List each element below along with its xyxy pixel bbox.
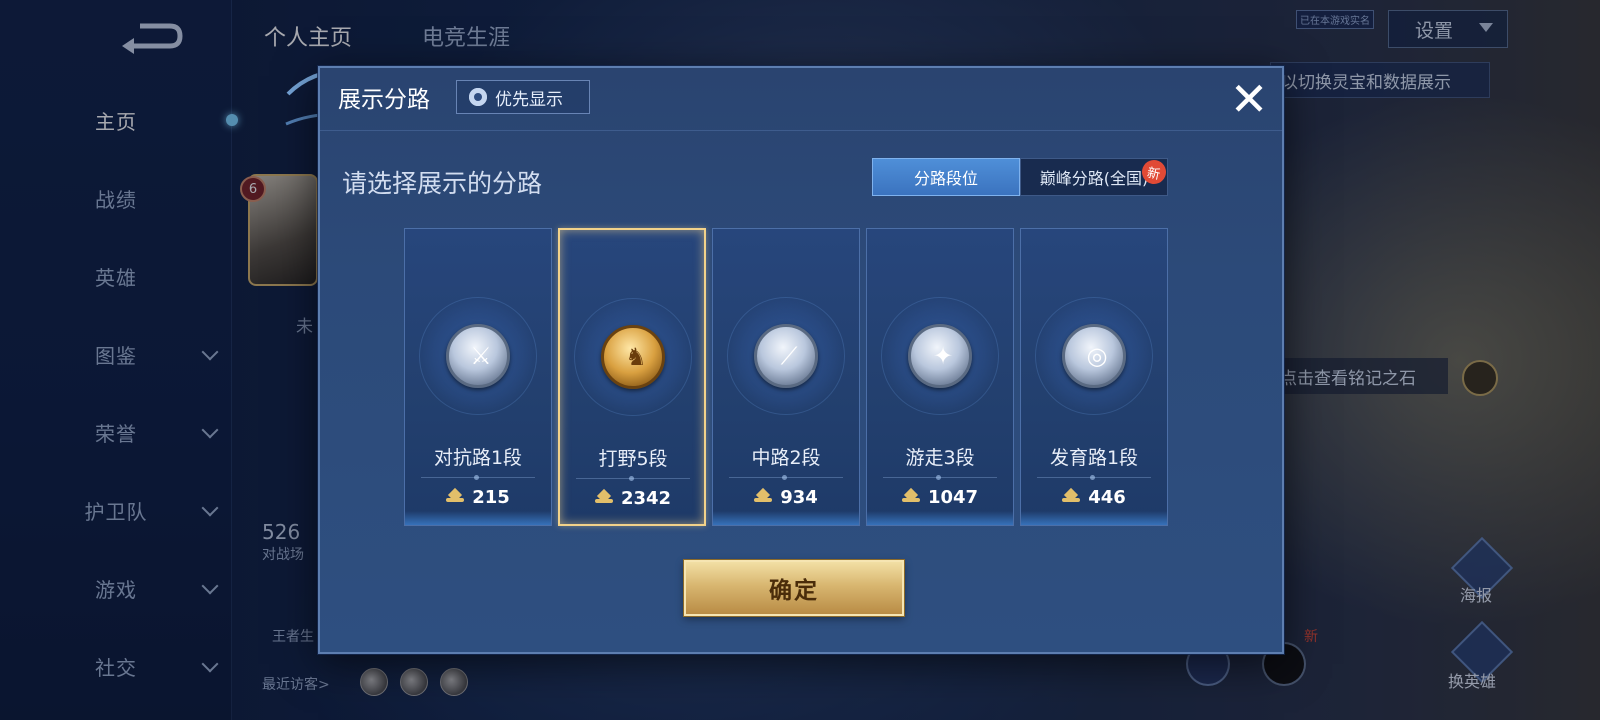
- modal-subtitle: 请选择展示的分路: [342, 169, 543, 198]
- medal-glyph: ◎: [1086, 342, 1108, 370]
- points-icon: [754, 490, 773, 506]
- points-value: 934: [780, 487, 818, 508]
- points-value: 2342: [620, 488, 672, 509]
- gear-icon: [469, 88, 487, 106]
- lane-points: 215: [405, 487, 551, 508]
- lane-points: 446: [1021, 487, 1167, 508]
- wings-icon: ✦: [908, 324, 972, 388]
- divider: [320, 130, 1282, 131]
- staff-icon: ⟋: [754, 324, 818, 388]
- lane-card-clash[interactable]: ⚔ 对抗路1段 215: [404, 228, 552, 526]
- medal-glyph: ✦: [932, 342, 954, 370]
- points-icon: [594, 491, 613, 507]
- lane-points: 1047: [867, 487, 1013, 508]
- confirm-button[interactable]: 确定: [684, 560, 904, 616]
- lane-rank-label: 对抗路1段: [433, 447, 523, 469]
- lane-card-mid[interactable]: ⟋ 中路2段 934: [712, 228, 860, 526]
- lane-card-farm[interactable]: ◎ 发育路1段 446: [1020, 228, 1168, 526]
- card-glow: [713, 511, 859, 525]
- medal-glyph: ⟋: [780, 342, 798, 370]
- divider: [1037, 475, 1151, 480]
- lane-points: 2342: [560, 488, 706, 509]
- lane-card-jungle[interactable]: ♞ 打野5段 2342: [558, 228, 706, 526]
- lane-rank-label: 发育路1段: [1049, 447, 1139, 469]
- card-glow: [867, 511, 1013, 525]
- medal-glyph: ⚔: [470, 342, 492, 370]
- divider: [729, 475, 843, 480]
- lane-rank-label: 中路2段: [751, 447, 821, 469]
- divider: [576, 476, 690, 481]
- sword-icon: ⚔: [446, 324, 510, 388]
- points-icon: [901, 490, 920, 506]
- lane-points: 934: [713, 487, 859, 508]
- points-value: 1047: [927, 487, 979, 508]
- points-value: 446: [1088, 487, 1126, 508]
- divider: [883, 475, 997, 480]
- tab-lane-rank[interactable]: 分路段位: [872, 158, 1020, 196]
- lane-display-modal: 展示分路 优先显示 ✕ 请选择展示的分路 分路段位 巅峰分路(全国) 新 ⚔ 对…: [318, 66, 1284, 654]
- divider: [421, 475, 535, 480]
- modal-title: 展示分路: [338, 87, 430, 113]
- lane-rank-label: 打野5段: [598, 448, 668, 470]
- target-icon: ◎: [1062, 324, 1126, 388]
- dragon-icon: ♞: [601, 325, 665, 389]
- lane-rank-label: 游走3段: [905, 447, 975, 469]
- card-glow: [1021, 511, 1167, 525]
- medal-glyph: ♞: [625, 343, 647, 371]
- lane-card-roam[interactable]: ✦ 游走3段 1047: [866, 228, 1014, 526]
- points-icon: [1062, 490, 1081, 506]
- close-button[interactable]: ✕: [1226, 76, 1272, 122]
- priority-display-button[interactable]: 优先显示: [456, 80, 590, 114]
- points-icon: [446, 490, 465, 506]
- priority-label: 优先显示: [495, 89, 563, 110]
- points-value: 215: [472, 487, 510, 508]
- card-glow: [405, 511, 551, 525]
